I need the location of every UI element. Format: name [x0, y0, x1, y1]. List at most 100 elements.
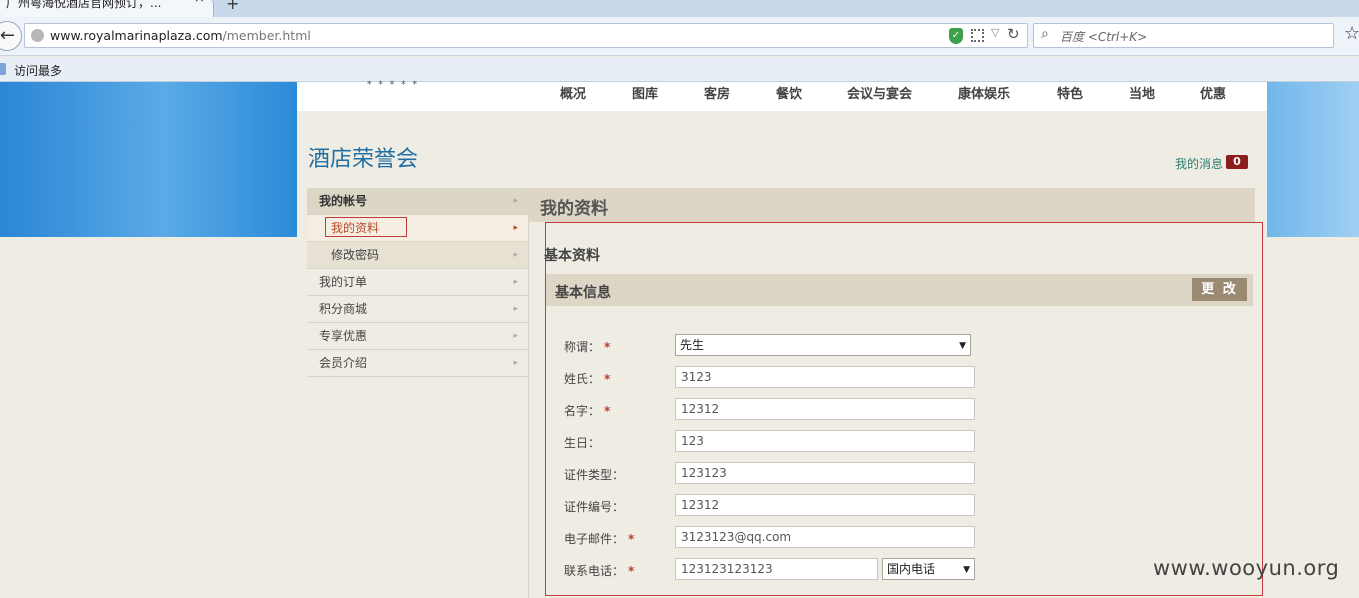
my-messages-link[interactable]: 我的消息	[1175, 155, 1223, 172]
required-mark: *	[628, 564, 635, 578]
required-mark: *	[604, 340, 611, 354]
nav-item-rooms[interactable]: 客房	[704, 83, 730, 102]
watermark: www.wooyun.org	[1153, 556, 1340, 580]
nav-item-recreation[interactable]: 康体娱乐	[958, 83, 1010, 102]
new-tab-icon[interactable]: +	[226, 0, 239, 13]
globe-icon	[31, 29, 44, 42]
nav-item-gallery[interactable]: 图库	[632, 83, 658, 102]
search-icon: ⌕	[1041, 26, 1049, 42]
label-text: 电子邮件：	[564, 532, 625, 546]
id-type-field[interactable]: 123123	[675, 462, 975, 484]
id-number-field[interactable]: 12312	[675, 494, 975, 516]
sidebar-item-exclusive-offers[interactable]: 专享优惠 ▸	[307, 323, 528, 350]
form-row-id-type: 证件类型： 123123	[564, 462, 1014, 484]
sidebar-item-label: 会员介绍	[319, 356, 368, 370]
nav-item-dining[interactable]: 餐饮	[776, 83, 802, 102]
profile-title: 我的资料	[540, 199, 608, 219]
qr-code-icon[interactable]	[971, 29, 984, 42]
select-value: 国内电话	[887, 562, 936, 576]
chevron-right-icon: ▸	[513, 331, 518, 341]
basic-info-title: 基本信息	[555, 285, 611, 301]
basic-info-bar: 基本信息 更 改	[546, 274, 1253, 306]
label-text: 联系电话：	[564, 564, 625, 578]
field-label: 证件类型：	[564, 468, 625, 482]
sidebar-item-label: 积分商城	[319, 302, 368, 316]
nav-item-offers[interactable]: 优惠	[1200, 83, 1226, 102]
chevron-right-icon: ▸	[513, 304, 518, 314]
sidebar-item-my-profile[interactable]: 我的资料 ▸	[307, 215, 528, 242]
field-label: 电子邮件： *	[564, 530, 634, 547]
chevron-right-icon: ▸	[513, 223, 518, 233]
label-text: 姓氏：	[564, 372, 601, 386]
chevron-down-icon: ▼	[959, 341, 966, 351]
section-title: 基本资料	[544, 248, 600, 264]
tab-close-icon[interactable]: ×	[194, 0, 205, 5]
chevron-right-icon: ▸	[513, 277, 518, 287]
address-bar[interactable]: www.royalmarinaplaza.com/member.html ✓ ▽…	[24, 23, 1028, 48]
url-domain: www.royalmarinaplaza.com	[50, 28, 223, 43]
tab-title: 广州粤海悦酒店官网预订，...	[6, 0, 162, 10]
chevron-right-icon: ▸	[513, 358, 518, 368]
page-content: * * * * * 概况 图库 客房 餐饮 会议与宴会 康体娱乐 特色 当地 优…	[297, 80, 1267, 598]
chevron-right-icon: ▸	[513, 250, 518, 260]
hotel-rating-stars: * * * * *	[367, 80, 419, 90]
search-placeholder: 百度 <Ctrl+K>	[1060, 30, 1148, 44]
form-row-id-number: 证件编号： 12312	[564, 494, 1014, 516]
dropdown-arrow-icon[interactable]: ▽	[991, 26, 999, 39]
nav-item-local[interactable]: 当地	[1129, 83, 1155, 102]
reload-icon[interactable]: ↻	[1007, 25, 1020, 43]
phone-type-select[interactable]: 国内电话 ▼	[882, 558, 975, 580]
account-sidebar: 我的帐号 ▸ 我的资料 ▸ 修改密码 ▸ 我的订单 ▸ 积分商城 ▸ 专享优惠 …	[307, 188, 528, 377]
sidebar-item-my-orders[interactable]: 我的订单 ▸	[307, 269, 528, 296]
form-row-salutation: 称谓： * 先生 ▼	[564, 334, 1014, 356]
edit-button[interactable]: 更 改	[1192, 278, 1247, 301]
sidebar-item-membership-intro[interactable]: 会员介绍 ▸	[307, 350, 528, 377]
nav-item-features[interactable]: 特色	[1057, 83, 1083, 102]
bookmark-most-visited[interactable]: 访问最多	[14, 62, 62, 79]
birthday-field[interactable]: 123	[675, 430, 975, 452]
chevron-down-icon: ▼	[963, 565, 970, 575]
email-field[interactable]: 3123123@qq.com	[675, 526, 975, 548]
highlight-box	[325, 217, 407, 237]
sidebar-item-label: 专享优惠	[319, 329, 368, 343]
form-row-birthday: 生日： 123	[564, 430, 1014, 452]
form-row-surname: 姓氏： * 3123	[564, 366, 1014, 388]
messages-count-badge[interactable]: 0	[1226, 155, 1248, 169]
profile-panel: 我的资料 基本资料 基本信息 更 改 称谓： * 先生 ▼ 姓氏： * 3123 名…	[528, 188, 1263, 598]
sidebar-item-change-password[interactable]: 修改密码 ▸	[307, 242, 528, 269]
sidebar-item-label: 我的帐号	[319, 194, 368, 208]
back-arrow-icon[interactable]: ←	[0, 21, 22, 51]
label-text: 名字：	[564, 404, 601, 418]
given-name-field[interactable]: 12312	[675, 398, 975, 420]
salutation-select[interactable]: 先生 ▼	[675, 334, 971, 356]
bookmarks-bar: 访问最多	[0, 57, 1359, 82]
site-top-nav: * * * * * 概况 图库 客房 餐饮 会议与宴会 康体娱乐 特色 当地 优…	[297, 80, 1267, 111]
browser-nav-bar: ← www.royalmarinaplaza.com/member.html ✓…	[0, 17, 1359, 56]
select-value: 先生	[680, 338, 705, 352]
shield-icon[interactable]: ✓	[949, 28, 963, 44]
browser-tab-bar: 广州粤海悦酒店官网预订，... × +	[0, 0, 1359, 17]
url-path: /member.html	[222, 28, 311, 43]
surname-field[interactable]: 3123	[675, 366, 975, 388]
field-label: 生日：	[564, 436, 601, 450]
sidebar-item-points-mall[interactable]: 积分商城 ▸	[307, 296, 528, 323]
bookmark-star-icon[interactable]: ☆	[1344, 23, 1359, 44]
nav-item-overview[interactable]: 概况	[560, 83, 586, 102]
field-label: 证件编号：	[564, 500, 625, 514]
profile-header: 我的资料	[529, 188, 1255, 222]
field-label: 姓氏： *	[564, 370, 610, 387]
bookmark-folder-icon	[0, 63, 6, 75]
chevron-right-icon: ▸	[513, 196, 518, 206]
phone-field[interactable]: 123123123123	[675, 558, 878, 580]
required-mark: *	[628, 532, 635, 546]
sidebar-item-label: 我的订单	[319, 275, 368, 289]
form-row-email: 电子邮件： * 3123123@qq.com	[564, 526, 1014, 548]
browser-tab[interactable]: 广州粤海悦酒店官网预订，... ×	[0, 0, 214, 17]
sidebar-item-my-account[interactable]: 我的帐号 ▸	[307, 188, 528, 215]
field-label: 称谓： *	[564, 338, 610, 355]
required-mark: *	[604, 372, 611, 386]
nav-item-meetings[interactable]: 会议与宴会	[847, 83, 912, 102]
search-bar[interactable]: ⌕ 百度 <Ctrl+K>	[1033, 23, 1334, 48]
sidebar-item-label: 修改密码	[331, 248, 380, 262]
url-text[interactable]: www.royalmarinaplaza.com/member.html	[50, 28, 311, 43]
